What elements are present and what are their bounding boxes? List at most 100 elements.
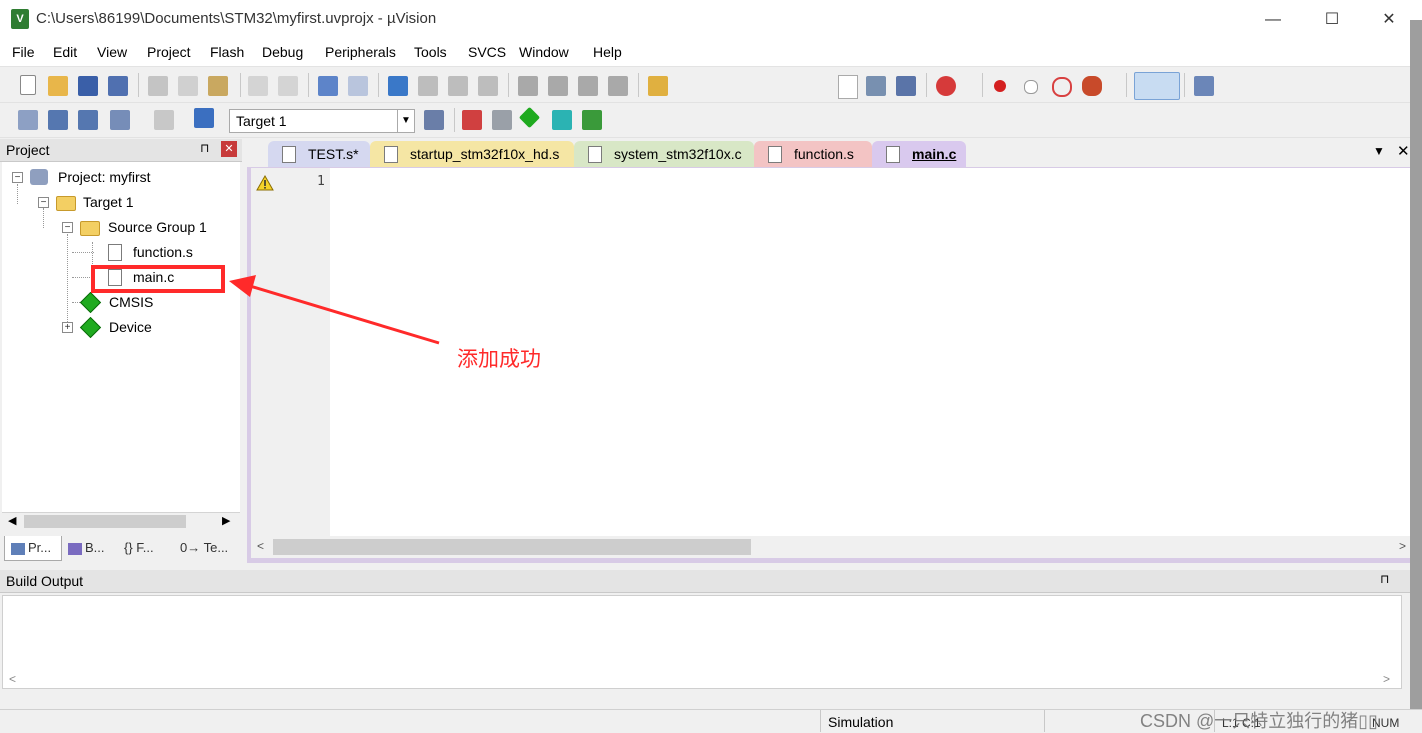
scroll-left-icon[interactable]: ◀	[8, 514, 16, 527]
cut-icon[interactable]	[148, 76, 168, 96]
build-output-text[interactable]: < >	[2, 595, 1402, 689]
scroll-right-icon[interactable]: >	[1383, 672, 1390, 686]
editor-tab-system[interactable]: system_stm32f10x.c	[574, 141, 754, 167]
menu-flash[interactable]: Flash	[210, 44, 244, 60]
breakpoint-icon[interactable]	[994, 80, 1006, 92]
minimize-button[interactable]: —	[1250, 6, 1296, 34]
save-all-icon[interactable]	[108, 76, 128, 96]
editor-tab-function-s[interactable]: function.s	[754, 141, 872, 167]
tab-functions[interactable]: {} F...	[124, 536, 176, 560]
editor-tab-test-s[interactable]: TEST.s*	[268, 141, 370, 167]
scroll-left-icon[interactable]: <	[257, 539, 264, 553]
manage-multi-project-icon[interactable]	[492, 110, 512, 130]
line-number: 1	[317, 174, 325, 189]
find-in-files-icon[interactable]	[648, 76, 668, 96]
close-button[interactable]: ✕	[1366, 6, 1412, 34]
tree-source-group[interactable]: Source Group 1	[108, 219, 207, 235]
load-icon[interactable]	[194, 108, 214, 128]
kill-breakpoints-icon[interactable]	[1082, 76, 1102, 96]
window-edge	[1410, 20, 1422, 710]
bookmark-icon[interactable]	[388, 76, 408, 96]
menu-svcs[interactable]: SVCS	[468, 44, 506, 60]
tab-templates[interactable]: 0→ Te...	[180, 536, 238, 560]
menu-peripherals[interactable]: Peripherals	[325, 44, 396, 60]
clear-bookmarks-icon[interactable]	[478, 76, 498, 96]
scroll-thumb[interactable]	[24, 515, 186, 528]
tree-project[interactable]: Project: myfirst	[58, 169, 151, 185]
translate-icon[interactable]	[18, 110, 38, 130]
collapse-project-toggle[interactable]: −	[12, 172, 23, 183]
disable-all-breakpoints-icon[interactable]	[1052, 77, 1072, 97]
select-packs-icon[interactable]	[552, 110, 572, 130]
unindent-icon[interactable]	[548, 76, 568, 96]
menu-file[interactable]: File	[12, 44, 35, 60]
pack-installer-icon[interactable]	[582, 110, 602, 130]
cmsis-component-icon	[79, 291, 102, 314]
maximize-button[interactable]: ☐	[1309, 6, 1355, 34]
menu-help[interactable]: Help	[593, 44, 622, 60]
expand-device-toggle[interactable]: +	[62, 322, 73, 333]
rebuild-icon[interactable]	[78, 110, 98, 130]
menu-view[interactable]: View	[97, 44, 127, 60]
project-horizontal-scrollbar[interactable]: ◀ ▶	[2, 512, 240, 531]
save-icon[interactable]	[78, 76, 98, 96]
file-extensions-icon[interactable]	[462, 110, 482, 130]
collapse-target-toggle[interactable]: −	[38, 197, 49, 208]
menu-edit[interactable]: Edit	[53, 44, 77, 60]
tab-books[interactable]: B...	[64, 536, 120, 560]
uvision-app-icon: V	[11, 9, 29, 29]
menu-tools[interactable]: Tools	[414, 44, 447, 60]
scroll-right-icon[interactable]: >	[1399, 539, 1406, 553]
tab-templates-label: 0→ Te...	[180, 540, 229, 555]
editor-tab-main-c[interactable]: main.c	[872, 141, 966, 167]
close-tab-icon[interactable]: ✕	[1397, 142, 1410, 160]
close-panel-button[interactable]: ✕	[221, 141, 237, 157]
prev-bookmark-icon[interactable]	[418, 76, 438, 96]
manage-rte-icon[interactable]	[518, 106, 541, 129]
next-bookmark-icon[interactable]	[448, 76, 468, 96]
menu-window[interactable]: Window	[519, 44, 569, 60]
tree-target[interactable]: Target 1	[83, 194, 134, 210]
redo-icon[interactable]	[278, 76, 298, 96]
incremental-find-icon[interactable]	[896, 76, 916, 96]
menu-debug[interactable]: Debug	[262, 44, 303, 60]
editor-tab-startup[interactable]: startup_stm32f10x_hd.s	[370, 141, 574, 167]
menu-project[interactable]: Project	[147, 44, 191, 60]
find-icon[interactable]	[866, 76, 886, 96]
tab-project[interactable]: Pr...	[4, 536, 62, 561]
tree-cmsis[interactable]: CMSIS	[109, 294, 153, 310]
window-layout-icon[interactable]	[1134, 72, 1180, 100]
configure-icon[interactable]	[1194, 76, 1214, 96]
tree-file-function-s[interactable]: function.s	[133, 244, 193, 260]
collapse-group-toggle[interactable]: −	[62, 222, 73, 233]
navigate-forward-icon[interactable]	[348, 76, 368, 96]
target-select[interactable]: Target 1 ▼	[229, 109, 415, 133]
uncomment-icon[interactable]	[608, 76, 628, 96]
open-file-icon[interactable]	[48, 76, 68, 96]
scroll-left-icon[interactable]: <	[9, 672, 16, 686]
find-combo[interactable]	[838, 75, 858, 99]
new-file-icon[interactable]	[20, 75, 36, 95]
paste-icon[interactable]	[208, 76, 228, 96]
batch-build-icon[interactable]	[110, 110, 130, 130]
tree-device[interactable]: Device	[109, 319, 152, 335]
comment-icon[interactable]	[578, 76, 598, 96]
navigate-back-icon[interactable]	[318, 76, 338, 96]
debug-session-icon[interactable]	[936, 76, 956, 96]
stop-build-icon[interactable]	[154, 110, 174, 130]
editor-horizontal-scrollbar[interactable]: < >	[251, 536, 1410, 558]
pin-icon[interactable]: ⊓	[1380, 572, 1389, 586]
tab-list-dropdown-icon[interactable]: ▼	[1373, 144, 1385, 158]
chevron-down-icon[interactable]: ▼	[397, 110, 414, 132]
indent-icon[interactable]	[518, 76, 538, 96]
scroll-thumb[interactable]	[273, 539, 751, 555]
build-icon[interactable]	[48, 110, 68, 130]
copy-icon[interactable]	[178, 76, 198, 96]
options-for-target-icon[interactable]	[424, 110, 444, 130]
scroll-right-icon[interactable]: ▶	[222, 514, 230, 527]
undo-icon[interactable]	[248, 76, 268, 96]
status-mode: Simulation	[828, 714, 894, 730]
pin-icon[interactable]: ⊓	[200, 141, 209, 155]
disable-breakpoint-icon[interactable]	[1024, 80, 1038, 94]
project-tree: − Project: myfirst − Target 1 − Source G…	[2, 162, 240, 512]
